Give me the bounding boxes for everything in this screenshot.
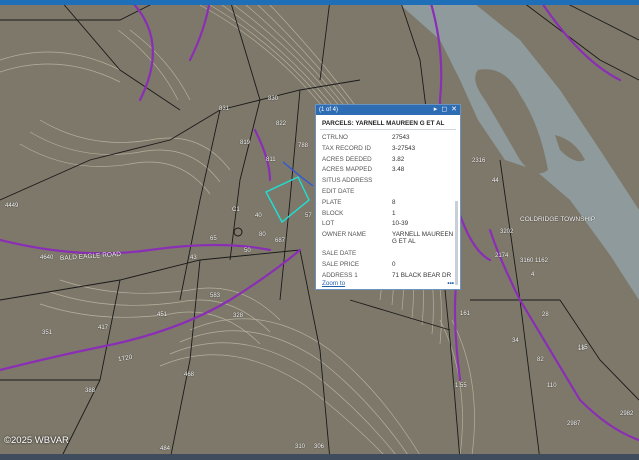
field-key: ADDRESS 1 (322, 271, 358, 279)
parcel-label: 819 (240, 140, 251, 146)
parcel-label: 830 (268, 96, 279, 102)
copyright: ©2025 WBVAR (4, 435, 69, 446)
parcel-label: 2982 (620, 411, 634, 417)
parcel-label: 811 (266, 157, 276, 163)
parcel-label: 687 (275, 238, 286, 244)
popup-field-row: SITUS ADDRESS (316, 177, 460, 188)
popup-field-row: EDIT DATE (316, 188, 460, 199)
parcel-label: 306 (314, 444, 325, 450)
popup-header: (1 of 4) ▸ ◻ ✕ (316, 105, 460, 115)
field-key: SALE DATE (322, 250, 357, 258)
parcel-label: 40 (255, 213, 262, 219)
close-icon[interactable]: ✕ (451, 106, 457, 114)
field-key: CTRLNO (322, 134, 348, 141)
parcel-label: 468 (184, 372, 195, 378)
parcel-label: 583 (210, 293, 221, 299)
parcel-label: 57 (305, 213, 312, 219)
maximize-icon[interactable]: ◻ (441, 106, 447, 114)
field-value: 71 BLACK BEAR DR (392, 271, 452, 279)
play-icon[interactable]: ▸ (434, 106, 438, 114)
parcel-label: 3160 (520, 258, 534, 264)
parcel-label: C1 (232, 207, 240, 213)
field-key: TAX RECORD ID (322, 144, 371, 152)
field-value: 1 (392, 209, 396, 217)
popup-field-row: SALE DATE (316, 250, 460, 261)
parcel-label: 18 (578, 346, 585, 352)
parcel-label: 1.55 (455, 383, 467, 389)
parcel-label: 822 (276, 121, 287, 127)
parcel-label: 28 (542, 312, 549, 318)
parcel-label: 43 (190, 255, 197, 261)
field-value: 8 (392, 198, 396, 206)
popup-field-row: PLATE 8 (316, 199, 460, 210)
field-key: SALE PRICE (322, 260, 360, 268)
field-key: PLATE (322, 198, 342, 206)
popup-fields: CTRLNO 27543 TAX RECORD ID 3-27543 ACRES DEE… (316, 134, 460, 283)
field-key: BLOCK (322, 209, 344, 217)
parcel-label: 351 (42, 330, 53, 336)
parcel-label: 4449 (5, 203, 19, 209)
parcel-label: 3202 (500, 229, 514, 235)
popup-footer: Zoom to ••• (322, 280, 454, 287)
parcel-label: 34 (512, 338, 519, 344)
popup-scrollbar[interactable] (455, 201, 458, 285)
field-value: 27543 (392, 134, 410, 141)
popup-field-row: ACRES DEEDED 3.82 (316, 156, 460, 167)
field-key: OWNER NAME (322, 231, 367, 239)
parcel-label: 50 (244, 248, 251, 254)
popup-field-row: ACRES MAPPED 3.48 (316, 166, 460, 177)
parcel-label: 310 (295, 444, 306, 450)
parcel-label: 2174 (495, 253, 509, 259)
field-key: LOT (322, 220, 335, 228)
field-value: YARNELL MAUREEN G ET AL (392, 231, 454, 246)
field-value: 3.82 (392, 155, 405, 163)
field-key: ACRES MAPPED (322, 166, 373, 174)
zoom-to-link[interactable]: Zoom to (322, 280, 345, 287)
parcel-label: 4640 (40, 255, 54, 261)
parcel-label: 2987 (567, 421, 581, 427)
field-value: 0 (392, 260, 396, 268)
popup-field-row: TAX RECORD ID 3-27543 (316, 145, 460, 156)
bottom-bar (0, 454, 639, 460)
field-value: 3-27543 (392, 144, 416, 152)
parcel-label: 328 (233, 313, 244, 319)
popup-field-row: BLOCK 1 (316, 210, 460, 221)
parcel-label: 388 (85, 388, 96, 394)
parcel-label: 451 (157, 312, 168, 318)
field-key: ACRES DEEDED (322, 155, 372, 163)
parcel-label: 82 (537, 357, 544, 363)
popup-field-row: CTRLNO 27543 (316, 134, 460, 145)
popup-title: PARCELS: YARNELL MAUREEN G ET AL (320, 115, 456, 130)
parcel-label: 110 (547, 383, 557, 389)
road-label: COLDRIDGE TOWNSHIP (520, 216, 596, 223)
parcel-label: 788 (298, 143, 309, 149)
parcel-label: 2316 (472, 158, 486, 164)
parcel-label: 484 (160, 446, 171, 452)
parcel-label: 831 (219, 106, 230, 112)
popup-field-row: SALE PRICE 0 (316, 261, 460, 272)
parcel-popup[interactable]: (1 of 4) ▸ ◻ ✕ PARCELS: YARNELL MAUREEN … (315, 104, 461, 290)
field-value: 3.48 (392, 166, 405, 174)
popup-counter: (1 of 4) (319, 107, 339, 113)
popup-field-row: LOT 10-39 (316, 220, 460, 231)
field-key: EDIT DATE (322, 187, 355, 195)
field-key: SITUS ADDRESS (322, 177, 373, 185)
parcel-label: 65 (210, 236, 217, 242)
parcel-label: 80 (259, 232, 266, 238)
more-options-icon[interactable]: ••• (447, 280, 454, 287)
top-bar (0, 0, 639, 5)
parcel-label: 4 (531, 272, 535, 278)
popup-field-row: OWNER NAME YARNELL MAUREEN G ET AL (316, 231, 460, 250)
parcel-label: 1162 (535, 258, 548, 264)
parcel-label: 417 (98, 325, 109, 331)
field-value: 10-39 (392, 220, 409, 228)
parcel-label: 161 (460, 311, 471, 317)
parcel-label: 44 (492, 178, 499, 184)
